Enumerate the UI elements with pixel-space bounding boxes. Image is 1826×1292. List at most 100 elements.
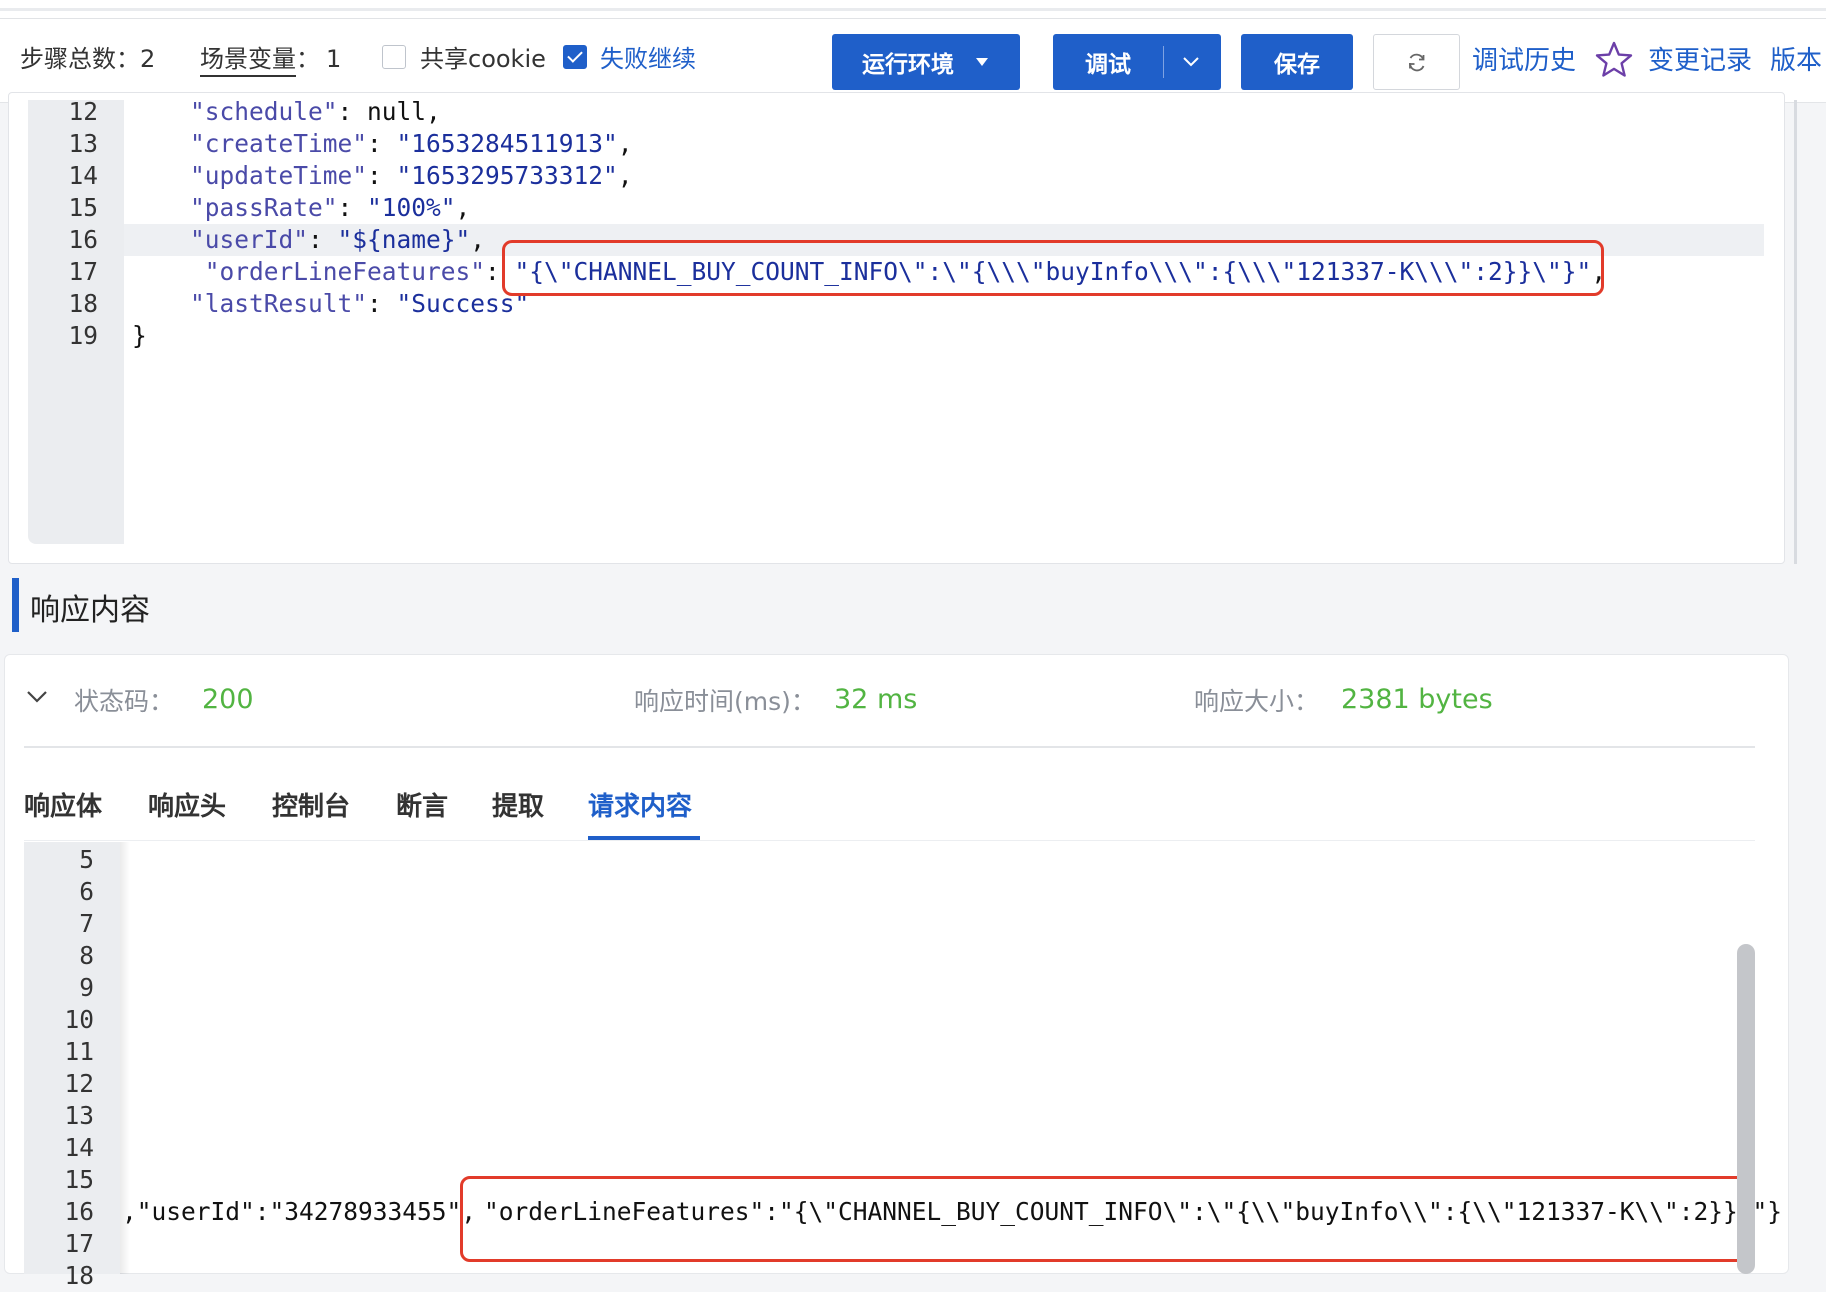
star-icon[interactable] xyxy=(1594,40,1634,80)
caret-down-icon xyxy=(976,58,988,66)
line-number: 12 xyxy=(64,1069,94,1098)
fail-continue-checkbox[interactable] xyxy=(563,45,587,69)
line-number: 16 xyxy=(68,225,98,254)
save-button-label: 保存 xyxy=(1274,52,1320,78)
tabs-divider xyxy=(24,840,1755,841)
chevron-down-icon[interactable] xyxy=(1182,56,1200,68)
debug-split-button[interactable]: 调试 xyxy=(1053,34,1221,90)
code-token: , xyxy=(617,129,633,158)
code-token: "updateTime" xyxy=(190,161,368,190)
line-numbers: 12 13 14 15 16 17 18 19 xyxy=(28,96,98,352)
scene-variables-sep: ： xyxy=(296,45,320,73)
code-token: "createTime" xyxy=(190,129,368,158)
version-link[interactable]: 版本 xyxy=(1770,44,1822,78)
response-size-value: 2381 bytes xyxy=(1341,684,1493,715)
debug-button-label[interactable]: 调试 xyxy=(1053,45,1163,79)
code-token: "${name}" xyxy=(337,225,471,254)
request-line-numbers: 5 6 7 8 9 10 11 12 13 14 15 16 17 18 xyxy=(24,844,94,1292)
debug-history-link[interactable]: 调试历史 xyxy=(1472,44,1576,78)
code-token: : xyxy=(367,289,397,318)
response-section-title: 响应内容 xyxy=(30,593,150,628)
code-token: null xyxy=(367,97,427,126)
line-number: 11 xyxy=(64,1037,94,1066)
run-environment-label: 运行环境 xyxy=(862,52,954,78)
editor-scrollbar[interactable] xyxy=(1794,100,1797,564)
code-line[interactable]: "passRate": "100%", xyxy=(190,192,1606,224)
code-token: "passRate" xyxy=(190,193,338,222)
tab-request-content[interactable]: 请求内容 xyxy=(588,786,692,823)
code-token: , xyxy=(455,193,471,222)
tab-extract[interactable]: 提取 xyxy=(492,786,544,823)
tab-response-body[interactable]: 响应体 xyxy=(24,786,102,823)
code-token: "1653295733312" xyxy=(396,161,618,190)
line-number: 15 xyxy=(68,193,98,222)
section-accent-bar xyxy=(12,578,19,632)
line-number: 8 xyxy=(79,941,94,970)
steps-value: 2 xyxy=(140,45,156,73)
steps-count: 步骤总数：2 xyxy=(20,44,155,74)
highlight-box-request xyxy=(502,240,1604,296)
code-token: : xyxy=(337,97,368,126)
line-number: 6 xyxy=(79,877,94,906)
line-number: 12 xyxy=(68,97,98,126)
fail-continue-label[interactable]: 失败继续 xyxy=(600,44,696,74)
code-line[interactable]: } xyxy=(132,320,1606,352)
top-divider-thin xyxy=(0,18,1826,19)
code-line[interactable]: "updateTime": "1653295733312", xyxy=(190,160,1606,192)
line-number: 10 xyxy=(64,1005,94,1034)
refresh-icon xyxy=(1408,53,1424,72)
request-line-16-prefix: ,"userId":"34278933455", xyxy=(122,1197,477,1226)
line-number: 13 xyxy=(64,1101,94,1130)
response-size-label: 响应大小： xyxy=(1194,687,1320,716)
refresh-button[interactable] xyxy=(1373,34,1460,90)
line-number: 13 xyxy=(68,129,98,158)
scene-variables-link[interactable]: 场景变量 xyxy=(200,45,296,77)
status-code-label: 状态码： xyxy=(74,687,175,716)
code-token: "lastResult" xyxy=(190,289,368,318)
line-number: 14 xyxy=(68,161,98,190)
share-cookie-checkbox[interactable] xyxy=(382,45,406,69)
code-token: , xyxy=(426,97,441,126)
code-token: "schedule" xyxy=(190,97,338,126)
code-token: } xyxy=(132,321,147,350)
scenario-toolbar: 步骤总数：2 场景变量： 1 共享cookie 失败继续 运行环境 调试 保存 调… xyxy=(0,0,1826,103)
code-token: : xyxy=(367,161,397,190)
code-token: "1653284511913" xyxy=(396,129,618,158)
debug-split-divider xyxy=(1163,46,1164,78)
code-token: : xyxy=(367,129,397,158)
tab-assertions[interactable]: 断言 xyxy=(396,786,448,823)
line-number: 15 xyxy=(64,1165,94,1194)
save-button[interactable]: 保存 xyxy=(1241,34,1353,90)
highlight-box-response xyxy=(460,1176,1752,1262)
share-cookie-label[interactable]: 共享cookie xyxy=(420,44,546,74)
line-number: 17 xyxy=(68,257,98,286)
status-code-value: 200 xyxy=(202,684,254,715)
run-environment-button[interactable]: 运行环境 xyxy=(832,34,1020,90)
response-time-label: 响应时间(ms)： xyxy=(634,687,816,716)
chevron-down-icon[interactable] xyxy=(26,690,48,704)
meta-divider xyxy=(24,746,1755,748)
code-token: , xyxy=(470,225,486,254)
request-scrollbar-thumb[interactable] xyxy=(1737,944,1755,1274)
scene-variables-count: 1 xyxy=(326,45,342,73)
line-number: 16 xyxy=(64,1197,94,1226)
response-time-value: 32 ms xyxy=(834,684,918,715)
line-number: 14 xyxy=(64,1133,94,1162)
code-lines[interactable]: "schedule": null, "createTime": "16532845… xyxy=(132,96,1606,352)
line-number: 9 xyxy=(79,973,94,1002)
top-divider xyxy=(0,8,1826,11)
steps-label: 步骤总数： xyxy=(20,45,140,73)
code-token: : xyxy=(308,225,338,254)
code-line[interactable]: "schedule": null, xyxy=(190,96,1606,128)
code-line[interactable]: "createTime": "1653284511913", xyxy=(190,128,1606,160)
line-number: 7 xyxy=(79,909,94,938)
line-number: 17 xyxy=(64,1229,94,1258)
code-token: "userId" xyxy=(190,225,309,254)
code-token: , xyxy=(617,161,633,190)
tab-response-headers[interactable]: 响应头 xyxy=(148,786,226,823)
change-log-link[interactable]: 变更记录 xyxy=(1648,44,1752,78)
line-number: 18 xyxy=(68,289,98,318)
scene-variables[interactable]: 场景变量： 1 xyxy=(200,44,342,77)
tab-console[interactable]: 控制台 xyxy=(272,786,350,823)
line-number: 19 xyxy=(68,321,98,350)
